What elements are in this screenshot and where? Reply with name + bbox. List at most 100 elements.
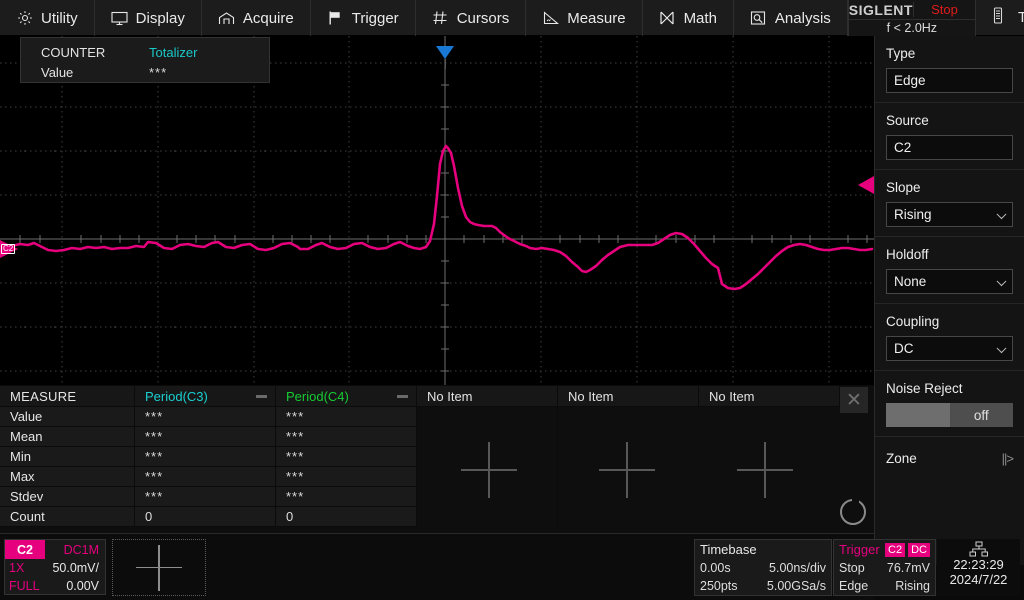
trigger-panel-title: TRIGGER (1017, 9, 1024, 26)
acquire-icon (218, 10, 235, 27)
measure-value: *** (135, 487, 276, 507)
reset-statistics-button[interactable] (840, 498, 866, 525)
measure-column-header-5[interactable]: No Item (699, 386, 840, 407)
channel-c2-badge[interactable]: C2 DC1M 1X 50.0mV/ FULL 0.00V (4, 539, 106, 595)
menu-label: Display (135, 9, 185, 27)
add-measurement-slot-3[interactable] (418, 410, 559, 530)
counter-mode-value: Totalizer (149, 44, 198, 60)
menu-item-math[interactable]: Math (643, 0, 734, 36)
counter-title: COUNTER (41, 44, 106, 60)
counter-popup: COUNTER Totalizer Value *** (20, 37, 270, 83)
column-header-label: No Item (568, 388, 614, 404)
trigger-block[interactable]: Trigger C2 DC Stop 76.7mV Edge Rising (833, 539, 936, 596)
trigger-state: Stop (839, 561, 865, 575)
measure-value: *** (135, 467, 276, 487)
row-label: Max (0, 467, 135, 487)
channel-bandwidth: FULL (9, 579, 40, 593)
channel-probe: 1X (9, 561, 25, 575)
network-icon[interactable] (937, 539, 1020, 557)
run-state-badge[interactable]: Stop (912, 2, 975, 17)
collapse-icon[interactable] (256, 395, 267, 398)
measure-value: *** (276, 467, 417, 487)
counter-value-row: Value *** (41, 62, 269, 82)
trigger-source-field[interactable]: C2 (886, 135, 1013, 160)
channel-offset: 0.00V (66, 579, 99, 593)
trigger-coupling-field[interactable]: DC (886, 336, 1013, 361)
menu-item-acquire[interactable]: Acquire (202, 0, 311, 36)
plus-icon (736, 442, 793, 498)
trigger-slope-label: Slope (886, 180, 921, 195)
measure-column-header-4[interactable]: No Item (558, 386, 699, 407)
timebase-delay: 0.00s (700, 561, 731, 575)
trigger-holdoff-value: None (894, 274, 927, 289)
measure-value: *** (276, 407, 417, 427)
close-measure-panel-button[interactable]: ✕ (840, 387, 868, 413)
noise-reject-group: Noise Reject off (875, 371, 1024, 437)
gear-icon (16, 10, 33, 27)
menu-item-utility[interactable]: Utility (0, 0, 95, 36)
counter-value: *** (149, 64, 168, 80)
zone-label: Zone (886, 451, 917, 466)
menu-label: Acquire (242, 9, 294, 27)
trigger-slope-field[interactable]: Rising (886, 202, 1013, 227)
frequency-readout: f < 2.0Hz (848, 19, 975, 36)
measure-value: 0 (276, 507, 417, 527)
bottom-status-bar: C2 DC1M 1X 50.0mV/ FULL 0.00V Timebase 0… (0, 533, 1020, 600)
brand-logo: SIGLENT (848, 1, 913, 18)
column-header-label: Period(C3) (145, 388, 208, 404)
add-channel-button[interactable] (112, 539, 206, 596)
menu-item-measure[interactable]: Measure (526, 0, 643, 36)
menu-item-cursors[interactable]: Cursors (416, 0, 527, 36)
zone-row[interactable]: Zone ||> (875, 437, 1024, 480)
oscilloscope-screen: Utility Display Acquire Trigger Cursors … (0, 0, 1024, 600)
trigger-source-group: Source C2 (875, 103, 1024, 170)
menu-item-trigger[interactable]: Trigger (311, 0, 416, 36)
measure-column-header-3[interactable]: No Item (417, 386, 558, 407)
measure-value: *** (135, 447, 276, 467)
measure-column-header-2[interactable]: Period(C4) (276, 386, 417, 407)
flag-icon (327, 10, 344, 27)
trigger-level: 76.7mV (886, 561, 930, 575)
trigger-source-label: Source (886, 113, 929, 128)
measure-column-header-1[interactable]: Period(C3) (135, 386, 276, 407)
waveform-display[interactable]: C2 S1 I2C Event Num : 0/0 (0, 36, 874, 385)
menu-label: Math (683, 9, 717, 27)
ruler-icon (542, 10, 559, 27)
trigger-type-field[interactable]: Edge (886, 68, 1013, 93)
trigger-holdoff-field[interactable]: None (886, 269, 1013, 294)
add-measurement-slot-4[interactable] (556, 410, 697, 530)
trigger-slope-value: Rising (894, 207, 932, 222)
trigger-slope-group: Slope Rising (875, 170, 1024, 237)
timebase-block[interactable]: Timebase 0.00s 5.00ns/div 250pts 5.00GSa… (694, 539, 832, 596)
menu-label: Cursors (456, 9, 510, 27)
menu-label: Trigger (351, 9, 399, 27)
column-header-label: No Item (709, 388, 755, 404)
row-label: Stdev (0, 487, 135, 507)
noise-reject-toggle[interactable]: off (886, 403, 1013, 427)
trigger-title: Trigger (839, 542, 880, 557)
trigger-position-line (445, 59, 446, 69)
measure-panel: MEASURE Period(C3) Period(C4) No Item No… (0, 386, 874, 533)
channel-offset-label: C2 (1, 244, 16, 254)
noise-reject-label: Noise Reject (886, 381, 963, 396)
trigger-type: Edge (839, 579, 869, 593)
trigger-type-label: Type (886, 46, 916, 61)
row-label: Min (0, 447, 135, 467)
trigger-position-marker[interactable] (436, 46, 455, 59)
menu-item-display[interactable]: Display (95, 0, 202, 36)
column-header-label: Period(C4) (286, 388, 349, 404)
collapse-icon[interactable] (397, 395, 408, 398)
channel-offset-marker[interactable]: C2 (0, 239, 18, 258)
trigger-type-value: Edge (894, 73, 926, 88)
toggle-knob (886, 403, 950, 427)
trigger-type-group: Type Edge (875, 36, 1024, 103)
trigger-level-marker[interactable] (858, 176, 874, 194)
trigger-holdoff-label: Holdoff (886, 247, 929, 262)
noise-reject-state: off (973, 407, 989, 423)
menu-label: Analysis (774, 9, 831, 27)
add-measurement-slot-5[interactable] (694, 410, 835, 530)
timebase-title: Timebase (700, 542, 757, 557)
current-time: 22:23:29 (953, 557, 1004, 572)
column-header-label: No Item (427, 388, 473, 404)
menu-item-analysis[interactable]: Analysis (734, 0, 848, 36)
